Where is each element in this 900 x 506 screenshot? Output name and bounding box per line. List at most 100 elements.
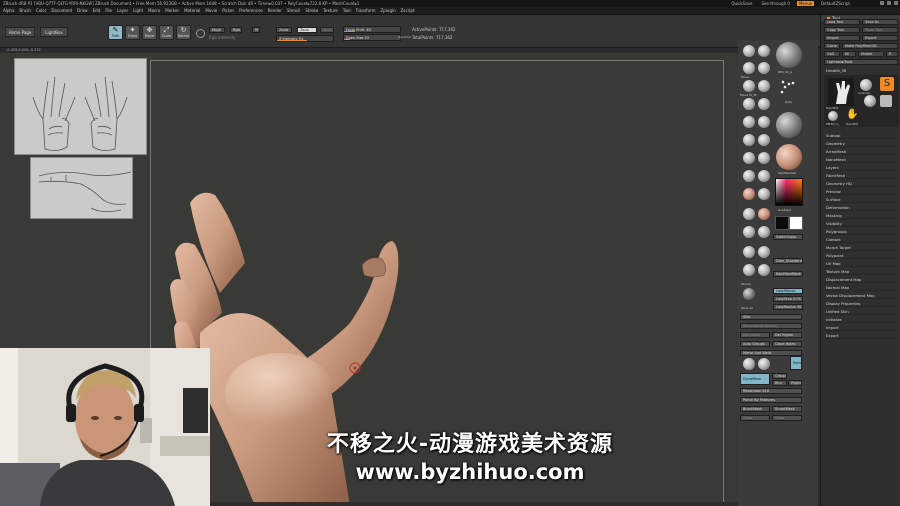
brush-curve-icon[interactable] bbox=[743, 170, 755, 182]
brushmask-button[interactable]: BrushMask bbox=[740, 406, 770, 412]
menu-brush[interactable]: Brush bbox=[19, 8, 31, 13]
maximize-icon[interactable] bbox=[887, 1, 891, 5]
polymesh-thumb[interactable] bbox=[880, 95, 892, 107]
menu-light[interactable]: Light bbox=[133, 8, 143, 13]
menu-layer[interactable]: Layer bbox=[117, 8, 128, 13]
section-export[interactable]: Export bbox=[825, 332, 898, 339]
switch-color-button[interactable]: SwitchColor bbox=[773, 234, 803, 240]
menu-texture[interactable]: Texture bbox=[323, 8, 338, 13]
focal-shift-slider[interactable]: Focal Shift -63 bbox=[343, 26, 401, 33]
menu-movie[interactable]: Movie bbox=[205, 8, 217, 13]
brush-hpolish-icon[interactable] bbox=[758, 116, 770, 128]
save-as-label[interactable]: Save As bbox=[741, 306, 753, 310]
brush-h-icon[interactable] bbox=[758, 264, 770, 276]
section-surface[interactable]: Surface bbox=[825, 196, 898, 203]
brush-b-icon[interactable] bbox=[758, 208, 770, 220]
draw-mode-button[interactable]: ✦ Draw bbox=[125, 25, 140, 40]
brush-a-icon[interactable] bbox=[743, 208, 755, 220]
menu-picker[interactable]: Picker bbox=[222, 8, 234, 13]
simplebrush-thumb[interactable]: S bbox=[880, 77, 894, 91]
zsub-toggle[interactable]: Zsub bbox=[297, 27, 317, 33]
section-fibermesh[interactable]: FiberMesh bbox=[825, 172, 898, 179]
sdiv-slider[interactable]: Sdiv bbox=[740, 314, 802, 320]
menu-transform[interactable]: Transform bbox=[356, 8, 376, 13]
brush-slice-icon[interactable] bbox=[743, 188, 755, 200]
load-tool-button[interactable]: Load Tool bbox=[824, 19, 860, 25]
export-button[interactable]: Export bbox=[862, 35, 898, 41]
grow-mask-button[interactable]: Grow bbox=[772, 415, 802, 421]
polish-toggle[interactable]: Polish bbox=[790, 356, 802, 370]
section-unified-skin[interactable]: Unified Skin bbox=[825, 308, 898, 315]
clone-button[interactable]: Clone bbox=[824, 43, 840, 49]
close-holes-button[interactable]: Close Holes bbox=[772, 341, 802, 347]
section-deformation[interactable]: Deformation bbox=[825, 204, 898, 211]
make-polymesh-button[interactable]: Make PolyMesh3D bbox=[842, 43, 898, 49]
brush-zmodeler-icon[interactable] bbox=[758, 152, 770, 164]
edit-mode-button[interactable]: ✎ Edit bbox=[108, 25, 123, 40]
menu-stroke[interactable]: Stroke bbox=[305, 8, 318, 13]
brush-star-icon[interactable] bbox=[758, 45, 770, 57]
brush-dam-icon[interactable] bbox=[758, 80, 770, 92]
section-layers[interactable]: Layers bbox=[825, 164, 898, 171]
secondary-color-swatch[interactable] bbox=[789, 216, 803, 230]
section-morph-target[interactable]: Morph Target bbox=[825, 244, 898, 251]
brush-move-to-icon[interactable] bbox=[758, 62, 770, 74]
lightbox-tools-button[interactable]: Lightbox▸Tools bbox=[824, 59, 898, 65]
section-nanomesh[interactable]: NanoMesh bbox=[825, 156, 898, 163]
blur-slider[interactable]: Blur bbox=[772, 380, 787, 386]
menu-draw[interactable]: Draw bbox=[77, 8, 87, 13]
section-arraymesh[interactable]: ArrayMesh bbox=[825, 148, 898, 155]
brush-claybuild-icon[interactable] bbox=[743, 80, 755, 92]
del-higher-button[interactable]: Del Higher bbox=[772, 332, 802, 338]
section-display-properties[interactable]: Display Properties bbox=[825, 300, 898, 307]
section-geometry-hd[interactable]: Geometry HD bbox=[825, 180, 898, 187]
menu-color[interactable]: Color bbox=[36, 8, 46, 13]
section-initialize[interactable]: Initialize bbox=[825, 316, 898, 323]
brush-d-icon[interactable] bbox=[758, 226, 770, 238]
menus-toggle[interactable]: Menus bbox=[796, 1, 815, 6]
section-import[interactable]: Import bbox=[825, 324, 898, 331]
stroke-type-icon[interactable] bbox=[743, 288, 755, 300]
use-backface-button[interactable]: Dam_Standard bbox=[773, 258, 803, 264]
brush-snakehook-icon[interactable] bbox=[743, 152, 755, 164]
section-preview[interactable]: Preview bbox=[825, 188, 898, 195]
close-icon[interactable] bbox=[894, 1, 898, 5]
groups-toggle[interactable]: Groups bbox=[772, 373, 787, 379]
cylinder-thumb[interactable] bbox=[860, 79, 872, 91]
section-polygroups[interactable]: Polygroups bbox=[825, 228, 898, 235]
texture-off-icon[interactable] bbox=[758, 188, 770, 200]
menu-material[interactable]: Material bbox=[184, 8, 200, 13]
section-contact[interactable]: Contact bbox=[825, 236, 898, 243]
rotate-mode-button[interactable]: ↻ Rotate bbox=[176, 25, 191, 40]
brush-standard-icon[interactable] bbox=[758, 98, 770, 110]
menu-macro[interactable]: Macro bbox=[148, 8, 160, 13]
lazymouse-toggle[interactable]: LazyMouse bbox=[773, 288, 803, 294]
projection-toggle[interactable]: Projection bbox=[788, 380, 802, 386]
del-lower-button[interactable]: Del Lower bbox=[740, 332, 770, 338]
auto-groups-button[interactable]: Auto Groups bbox=[740, 341, 770, 347]
copy-tool-button[interactable]: Copy Tool bbox=[824, 27, 860, 33]
alpha-brush-icon[interactable] bbox=[776, 112, 802, 138]
draw-size-slider[interactable]: Draw Size 53 bbox=[343, 34, 401, 41]
backface-mask-button[interactable]: BackfaceMask bbox=[773, 271, 803, 277]
menu-zscript[interactable]: Zscript bbox=[401, 8, 415, 13]
section-displacement-map[interactable]: Displacement Map bbox=[825, 276, 898, 283]
brush-trimdynamic-icon[interactable] bbox=[743, 116, 755, 128]
menu-document[interactable]: Document bbox=[51, 8, 72, 13]
menu-file[interactable]: File bbox=[105, 8, 112, 13]
menu-render[interactable]: Render bbox=[268, 8, 282, 13]
dynamesh-a-icon[interactable] bbox=[743, 358, 755, 370]
color-picker[interactable] bbox=[775, 178, 803, 206]
section-geometry[interactable]: Geometry bbox=[825, 140, 898, 147]
pm3d-thumb[interactable] bbox=[828, 111, 838, 121]
goz-button[interactable]: GoZ bbox=[824, 51, 840, 57]
lightbox-button[interactable]: LightBox bbox=[40, 27, 68, 37]
brush-g-icon[interactable] bbox=[743, 264, 755, 276]
section-normal-map[interactable]: Normal Map bbox=[825, 284, 898, 291]
brush-dec-icon[interactable] bbox=[743, 45, 755, 57]
section-polypaint[interactable]: Polypaint bbox=[825, 252, 898, 259]
reconstruct-subdiv-button[interactable]: Reconstruct Subdiv bbox=[740, 323, 802, 329]
brush-inflat-icon[interactable] bbox=[743, 98, 755, 110]
brush-move-icon[interactable] bbox=[743, 62, 755, 74]
section-uv-map[interactable]: UV Map bbox=[825, 260, 898, 267]
